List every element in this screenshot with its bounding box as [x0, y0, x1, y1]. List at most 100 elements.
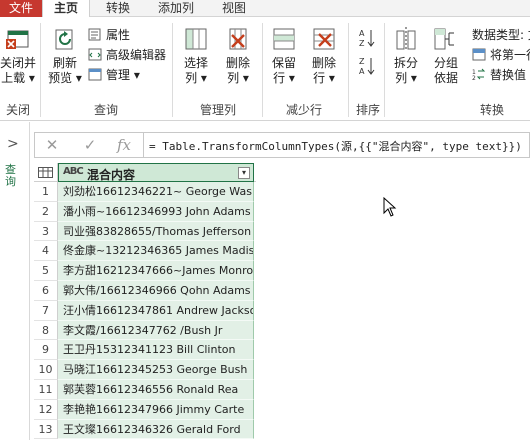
choose-columns-icon: [185, 28, 207, 50]
row-number[interactable]: 13: [34, 419, 58, 440]
tab-add-column[interactable]: 添加列: [146, 0, 206, 17]
split-column-icon: [396, 27, 416, 51]
formula-input[interactable]: = Table.TransformColumnTypes(源,{{"混合内容",…: [149, 138, 522, 154]
tab-home[interactable]: 主页: [42, 0, 90, 18]
table-cell[interactable]: 郭大伟/16612346966 Qohn Adams: [58, 280, 254, 301]
tab-view[interactable]: 视图: [212, 0, 256, 17]
table-cell[interactable]: 潘小雨~16612346993 John Adams: [58, 201, 254, 222]
tab-transform[interactable]: 转换: [96, 0, 140, 17]
table-row: 7 汪小倩16612347861 Andrew Jackson: [34, 300, 256, 321]
group-separator: [384, 23, 385, 117]
table-cell[interactable]: 马晓江16612345253 George Bush: [58, 360, 254, 380]
row-number[interactable]: 2: [34, 201, 58, 222]
row-number[interactable]: 4: [34, 241, 58, 262]
remove-columns-icon: [229, 28, 247, 50]
row-number[interactable]: 8: [34, 320, 58, 341]
sort-ascending-button[interactable]: A Z: [354, 27, 380, 49]
refresh-preview-button[interactable]: 刷新 预览 ▾: [46, 25, 84, 86]
table-row: 11 郭芙蓉16612346556 Ronald Rea: [34, 379, 256, 400]
remove-rows-button[interactable]: 删除 行 ▾: [306, 25, 342, 86]
split-column-button[interactable]: 拆分 列 ▾: [388, 25, 424, 86]
queries-pane-collapsed: > 查询: [0, 122, 30, 440]
cancel-icon[interactable]: ✕: [43, 136, 61, 154]
close-and-load-button[interactable]: 关闭并 上载 ▾: [0, 25, 36, 86]
first-row-label: 将第一行: [490, 48, 530, 62]
formula-bar: ✕ ✓ fx = Table.TransformColumnTypes(源,{{…: [34, 132, 530, 158]
data-grid: ABC 混合内容 ▾ 1刘劲松16612346221~ George Washi…: [34, 163, 256, 440]
group-label-transform: 转换: [480, 103, 505, 117]
table-cell[interactable]: 李艳艳16612347966 Jimmy Carte: [58, 399, 254, 420]
row-number[interactable]: 9: [34, 340, 58, 361]
row-number[interactable]: 5: [34, 261, 58, 281]
group-label-sort: 排序: [356, 103, 381, 117]
table-menu-button[interactable]: [34, 163, 58, 182]
table-cell[interactable]: 司业强83828655/Thomas Jefferson: [58, 221, 254, 242]
column-header-label: 混合内容: [87, 168, 136, 182]
table-row: 12 李艳艳16612347966 Jimmy Carte: [34, 399, 256, 420]
queries-pane-label[interactable]: 查询: [5, 164, 19, 188]
keep-rows-button[interactable]: 保留 行 ▾: [266, 25, 302, 86]
text-type-icon[interactable]: ABC: [63, 166, 84, 177]
formula-divider: [143, 133, 144, 157]
table-row: 10 马晓江16612345253 George Bush: [34, 360, 256, 380]
table-cell[interactable]: 李方甜16212347666~James Monroe: [58, 261, 254, 281]
table-cell[interactable]: 王文璨16612346326 Gerald Ford: [58, 419, 254, 440]
table-row: 1刘劲松16612346221~ George Washin...: [34, 182, 256, 202]
group-by-icon: [434, 28, 454, 50]
row-number[interactable]: 7: [34, 300, 58, 321]
replace-values-icon: 12: [472, 68, 486, 81]
function-icon[interactable]: fx: [115, 136, 133, 154]
tab-file[interactable]: 文件: [0, 0, 42, 17]
group-separator: [172, 23, 173, 117]
manage-label: 管理 ▾: [106, 68, 140, 82]
sort-descending-icon: Z A: [359, 57, 375, 76]
table-cell[interactable]: 佟金康~13212346365 James Madison: [58, 241, 254, 262]
manage-button[interactable]: 管理 ▾: [88, 66, 140, 84]
properties-button[interactable]: 属性: [88, 26, 130, 44]
choose-columns-button[interactable]: 选择 列 ▾: [178, 25, 214, 86]
table-cell[interactable]: 王卫丹15312341123 Bill Clinton: [58, 340, 254, 361]
svg-text:A: A: [359, 29, 365, 38]
remove-columns-label-2: 列 ▾: [227, 71, 249, 85]
remove-rows-label-1: 删除: [311, 56, 336, 70]
row-number[interactable]: 3: [34, 221, 58, 242]
chevron-right-icon[interactable]: >: [7, 136, 19, 152]
row-number[interactable]: 10: [34, 360, 58, 380]
refresh-label-1: 刷新: [52, 56, 77, 70]
group-label-query: 查询: [94, 103, 119, 117]
table-cell[interactable]: 汪小倩16612347861 Andrew Jackson: [58, 300, 254, 321]
table-cell[interactable]: 刘劲松16612346221~ George Washin...: [58, 182, 254, 202]
row-number[interactable]: 6: [34, 280, 58, 301]
advanced-editor-button[interactable]: 高级编辑器: [88, 46, 166, 64]
svg-text:A: A: [359, 67, 365, 76]
sort-descending-button[interactable]: Z A: [354, 55, 380, 77]
remove-columns-label-1: 删除: [225, 56, 250, 70]
table-cell[interactable]: 李文霞/16612347762 /Bush Jr: [58, 320, 254, 341]
table-cell[interactable]: 郭芙蓉16612346556 Ronald Rea: [58, 379, 254, 400]
use-first-row-as-headers-button[interactable]: 将第一行: [472, 46, 530, 64]
filter-dropdown-icon[interactable]: ▾: [238, 167, 250, 179]
close-load-label-2: 上载 ▾: [1, 71, 35, 85]
group-by-button[interactable]: 分组 依据: [428, 25, 464, 86]
ribbon: 关闭并 上载 ▾ 刷新 预览 ▾ 属性 高级编辑器 管理 ▾ 选择 列 ▾ 删除…: [0, 17, 530, 121]
group-separator: [40, 23, 41, 117]
row-number[interactable]: 12: [34, 399, 58, 420]
confirm-icon[interactable]: ✓: [81, 136, 99, 154]
replace-values-button[interactable]: 1 2 替换值: [472, 66, 526, 84]
refresh-icon: [55, 29, 73, 50]
group-label-reduce-rows: 减少行: [286, 103, 323, 117]
table-row: 2 潘小雨~16612346993 John Adams: [34, 201, 256, 222]
table-row: 6 郭大伟/16612346966 Qohn Adams: [34, 280, 256, 301]
replace-values-label: 替换值: [490, 68, 527, 82]
choose-columns-label-2: 列 ▾: [185, 71, 207, 85]
remove-columns-button[interactable]: 删除 列 ▾: [220, 25, 256, 86]
row-number[interactable]: 11: [34, 379, 58, 400]
first-row-icon: [472, 48, 486, 61]
row-number[interactable]: 1: [34, 182, 58, 202]
data-type-dropdown[interactable]: 数据类型: 文: [472, 26, 530, 44]
table-row: 9 王卫丹15312341123 Bill Clinton: [34, 340, 256, 361]
column-header-mixed-content[interactable]: ABC 混合内容 ▾: [58, 163, 254, 182]
table-icon: [38, 167, 53, 178]
close-load-icon: [6, 30, 29, 49]
group-separator: [348, 23, 349, 117]
